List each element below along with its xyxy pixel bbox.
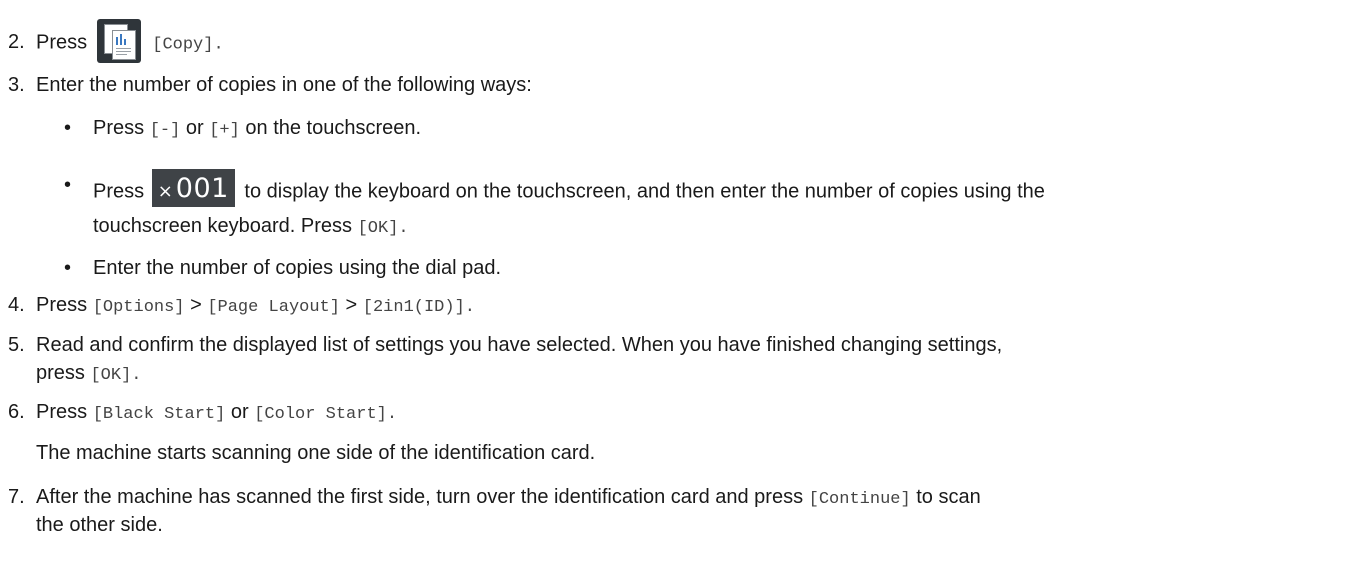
- copy-count-icon: × 001: [151, 169, 235, 207]
- step-number: 2.: [8, 31, 25, 54]
- step-note: The machine starts scanning one side of …: [36, 442, 596, 464]
- bullet-text: Press: [93, 117, 145, 139]
- step-number: 7.: [8, 486, 25, 508]
- 2in1-id-label: [2in1(ID)].: [362, 298, 475, 317]
- bullet-1: Press [-] or [+] on the touchscreen.: [93, 116, 421, 143]
- bullet-2-line-2: touchscreen keyboard. Press [OK].: [93, 214, 409, 241]
- bullet-text: to display the keyboard on the touchscre…: [244, 180, 1045, 203]
- copy-text-line: [115, 54, 127, 55]
- color-start-label: [Color Start].: [254, 405, 398, 424]
- bullet-2-line-1: Press × 001 to display the keyboard on th…: [93, 169, 1045, 211]
- step-text: After the machine has scanned the first …: [36, 486, 804, 508]
- step-text: Read and confirm the displayed list of s…: [36, 334, 1003, 356]
- step-text: the other side.: [36, 514, 163, 536]
- ok-label: [OK].: [90, 366, 142, 385]
- copy-text-line: [115, 48, 131, 49]
- copy-page-front: [111, 30, 136, 60]
- copy-icon: [96, 19, 141, 63]
- step-5-line-1: 5. Read and confirm the displayed list of…: [8, 333, 1002, 357]
- bullet-symbol: •: [64, 174, 72, 196]
- step-2: 2. Press [Copy].: [8, 19, 224, 65]
- step-text: to scan: [916, 486, 981, 508]
- bullet-3: Enter the number of copies using the dia…: [93, 256, 501, 280]
- plus-label: [+]: [209, 121, 240, 140]
- page-layout-label: [Page Layout]: [207, 298, 340, 317]
- continue-label: [Continue]: [808, 490, 911, 509]
- menu-separator: >: [345, 294, 358, 316]
- step-3: 3. Enter the number of copies in one of t…: [8, 73, 532, 97]
- black-start-label: [Black Start]: [92, 405, 226, 424]
- copy-label: [Copy].: [152, 35, 224, 55]
- bullet-symbol: •: [64, 257, 72, 279]
- options-label: [Options]: [92, 298, 185, 317]
- copy-text-line: [115, 51, 131, 52]
- step-6: 6. Press [Black Start] or [Color Start].: [8, 400, 397, 427]
- step-text: press: [36, 362, 85, 384]
- step-text: Press: [36, 401, 88, 423]
- bullet-symbol: •: [64, 117, 72, 139]
- multiply-icon: ×: [157, 181, 173, 202]
- copy-count-value: 001: [175, 173, 229, 204]
- step-text: or: [230, 401, 249, 423]
- step-text: Press: [36, 31, 88, 54]
- bullet-text: Enter the number of copies using the dia…: [93, 257, 502, 279]
- ok-label: [OK].: [357, 219, 409, 238]
- step-7-line-2: the other side.: [36, 513, 163, 537]
- step-text: Enter the number of copies in one of the…: [36, 74, 532, 96]
- step-4: 4. Press [Options] > [Page Layout] > [2in…: [8, 293, 475, 320]
- step-7-line-1: 7. After the machine has scanned the firs…: [8, 485, 981, 512]
- step-number: 6.: [8, 401, 25, 423]
- copy-chart-bar: [119, 34, 122, 45]
- step-text: Press: [36, 294, 88, 316]
- minus-label: [-]: [149, 121, 181, 140]
- step-6-note: The machine starts scanning one side of …: [36, 441, 595, 465]
- bullet-text: or: [185, 117, 204, 139]
- bullet-text: touchscreen keyboard. Press: [93, 215, 353, 237]
- step-number: 4.: [8, 294, 25, 316]
- step-number: 5.: [8, 334, 25, 356]
- bullet-text: Press: [93, 180, 145, 203]
- step-number: 3.: [8, 74, 25, 96]
- copy-chart-bar: [115, 37, 118, 45]
- step-5-line-2: press [OK].: [36, 361, 141, 388]
- menu-separator: >: [190, 294, 202, 316]
- copy-chart-bar: [123, 39, 126, 45]
- bullet-text: on the touchscreen.: [245, 117, 422, 139]
